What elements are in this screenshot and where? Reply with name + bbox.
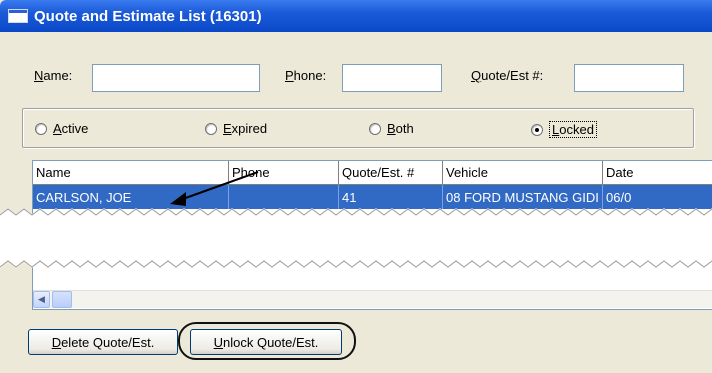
annotation-arrow bbox=[170, 171, 259, 206]
quote-estimate-window: Quote and Estimate List (16301) Name: Ph… bbox=[0, 0, 712, 373]
torn-edge-break bbox=[0, 208, 712, 268]
scroll-left-button[interactable]: ◀ bbox=[33, 291, 50, 308]
horizontal-scrollbar[interactable]: ◀ bbox=[33, 290, 712, 308]
highlight-callout-ellipse bbox=[178, 322, 356, 360]
scrollbar-thumb[interactable] bbox=[52, 291, 72, 308]
delete-quote-button[interactable]: Delete Quote/Est. bbox=[28, 329, 178, 355]
delete-quote-label: Delete Quote/Est. bbox=[51, 334, 155, 350]
arrow-left-icon: ◀ bbox=[38, 294, 45, 304]
